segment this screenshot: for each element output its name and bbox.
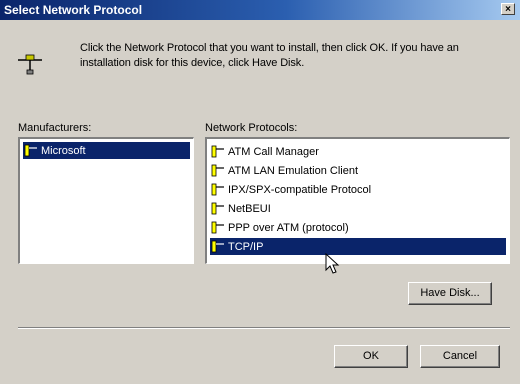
title-bar: Select Network Protocol × [0, 0, 520, 20]
network-protocol-icon [211, 164, 224, 177]
ok-button[interactable]: OK [334, 345, 408, 368]
list-item[interactable]: NetBEUI [210, 200, 506, 217]
network-protocol-icon [211, 240, 224, 253]
list-item[interactable]: ATM LAN Emulation Client [210, 162, 506, 179]
close-icon: × [505, 4, 511, 15]
network-protocol-icon [211, 221, 224, 234]
list-item-label: TCP/IP [228, 240, 264, 253]
list-item[interactable]: PPP over ATM (protocol) [210, 219, 506, 236]
list-item[interactable]: TCP/IP [210, 238, 506, 255]
manufacturers-list[interactable]: Microsoft [18, 137, 194, 264]
network-protocols-list[interactable]: ATM Call Manager ATM LAN Emulation Clien… [205, 137, 510, 264]
list-item[interactable]: Microsoft [23, 142, 190, 159]
list-item-label: ATM LAN Emulation Client [228, 164, 359, 177]
list-item[interactable]: IPX/SPX-compatible Protocol [210, 181, 506, 198]
list-item-label: IPX/SPX-compatible Protocol [228, 183, 372, 196]
manufacturers-label: Manufacturers: [18, 122, 92, 134]
have-disk-button[interactable]: Have Disk... [408, 282, 492, 305]
manufacturer-icon [24, 144, 37, 157]
window-title: Select Network Protocol [4, 3, 143, 17]
instruction-text: Click the Network Protocol that you want… [80, 42, 459, 69]
mouse-pointer-icon [325, 253, 340, 274]
list-item-label: ATM Call Manager [228, 145, 319, 158]
list-item-label: Microsoft [41, 144, 86, 157]
cancel-button[interactable]: Cancel [420, 345, 500, 368]
network-protocols-label: Network Protocols: [205, 122, 298, 134]
list-item-label: NetBEUI [228, 202, 271, 215]
list-item[interactable]: ATM Call Manager [210, 143, 506, 160]
separator [18, 327, 510, 329]
network-protocol-icon [18, 54, 42, 75]
network-protocol-icon [211, 145, 224, 158]
close-button[interactable]: × [501, 3, 515, 15]
network-protocol-icon [211, 183, 224, 196]
network-protocol-icon [211, 202, 224, 215]
list-item-label: PPP over ATM (protocol) [228, 221, 349, 234]
